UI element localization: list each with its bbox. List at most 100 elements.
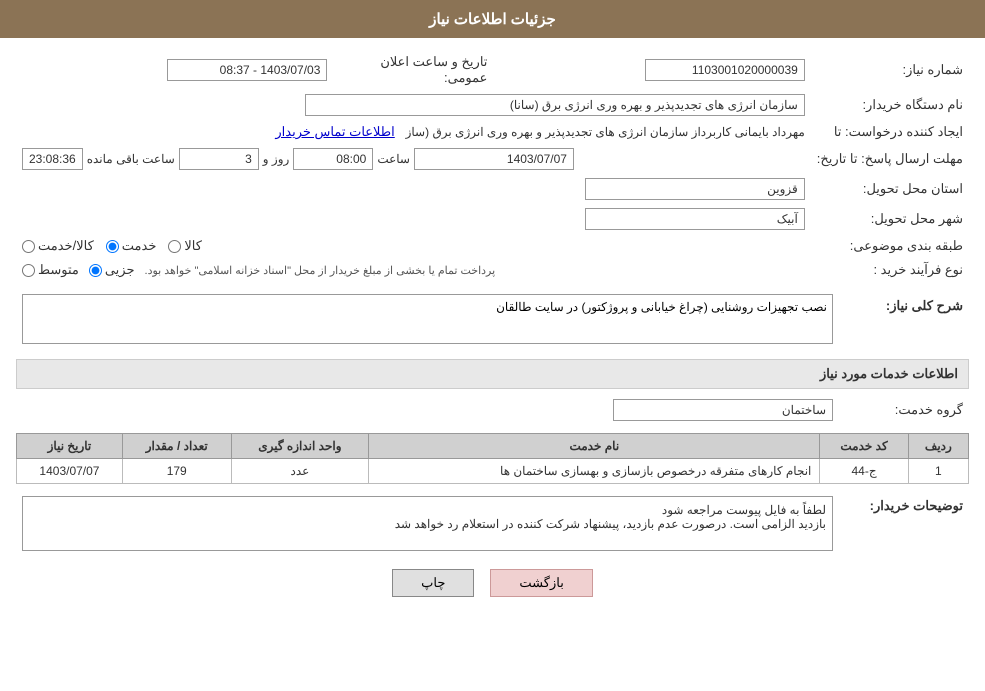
tarikh-value: 1403/07/03 - 08:37 xyxy=(16,50,333,90)
tavzihat-label-text: توضیحات خریدار: xyxy=(870,498,963,513)
row-garohkhadamat: گروه خدمت: ساختمان xyxy=(16,395,969,425)
shomare-input: 1103001020000039 xyxy=(645,59,805,81)
tavzihat-table: توضیحات خریدار: لطفاً به فایل پیوست مراج… xyxy=(16,492,969,555)
radio-jozi[interactable]: جزیی xyxy=(89,262,135,278)
tarikh-label: تاریخ و ساعت اعلان عمومی: xyxy=(333,50,493,90)
tavzihat-line1: لطفاً به فایل پیوست مراجعه شود xyxy=(29,503,826,517)
sharhkoli-value: نصب تجهیزات روشنایی (چراغ خیابانی و پروژ… xyxy=(16,290,839,351)
mohlat-date-value: 1403/07/07 xyxy=(414,148,574,170)
page-title: جزئیات اطلاعات نیاز xyxy=(429,11,556,28)
noefrayand-label: نوع فرآیند خرید : xyxy=(811,258,969,282)
tabaqe-radios: کالا/خدمت خدمت کالا xyxy=(16,234,811,258)
shahr-label: شهر محل تحویل: xyxy=(811,204,969,234)
cell-namkhadamat: انجام کارهای متفرقه درخصوص بازسازی و بهس… xyxy=(369,459,820,484)
tabaqe-radio-group: کالا/خدمت خدمت کالا xyxy=(22,238,805,254)
ostan-value: قزوین xyxy=(16,174,811,204)
cell-radif: 1 xyxy=(908,459,968,484)
shomare-label: شماره نیاز: xyxy=(811,50,969,90)
radio-motovaset-input[interactable] xyxy=(22,264,35,277)
radio-khadamat[interactable]: خدمت xyxy=(106,238,157,254)
row-ostan: استان محل تحویل: قزوین xyxy=(16,174,969,204)
info-table: شماره نیاز: 1103001020000039 تاریخ و ساع… xyxy=(16,50,969,282)
row-noefrayand: نوع فرآیند خرید : متوسط جزیی پرداخت تمام… xyxy=(16,258,969,282)
radio-kala-khadamat-input[interactable] xyxy=(22,240,35,253)
btn-bazgasht[interactable]: بازگشت xyxy=(490,569,592,597)
ijadkonande-value: مهرداد بایمانی کاربرداز سازمان انرژی های… xyxy=(16,120,811,144)
btn-chap[interactable]: چاپ xyxy=(392,569,474,597)
row-shomare-tarikh: شماره نیاز: 1103001020000039 تاریخ و ساع… xyxy=(16,50,969,90)
garohkhadamat-input: ساختمان xyxy=(613,399,833,421)
col-radif: ردیف xyxy=(908,434,968,459)
row-namdastgah: نام دستگاه خریدار: سازمان انرژی های تجدی… xyxy=(16,90,969,120)
shomare-value: 1103001020000039 xyxy=(493,50,810,90)
cell-tarikh: 1403/07/07 xyxy=(17,459,123,484)
col-tedad: تعداد / مقدار xyxy=(122,434,231,459)
mohlat-saat-label: ساعت xyxy=(377,152,410,166)
namdastgah-label: نام دستگاه خریدار: xyxy=(811,90,969,120)
ostan-label: استان محل تحویل: xyxy=(811,174,969,204)
sharhkoli-label: شرح کلی نیاز: xyxy=(839,290,969,351)
row-sharhkoli: شرح کلی نیاز: نصب تجهیزات روشنایی (چراغ … xyxy=(16,290,969,351)
table-row: 1 ج-44 انجام کارهای متفرقه درخصوص بازساز… xyxy=(17,459,969,484)
radio-motovaset[interactable]: متوسط xyxy=(22,262,79,278)
garohkhadamat-label: گروه خدمت: xyxy=(839,395,969,425)
radio-kala-khadamat[interactable]: کالا/خدمت xyxy=(22,238,94,254)
ijadkonande-link[interactable]: اطلاعات تماس خریدار xyxy=(275,124,394,139)
garohkhadamat-value: ساختمان xyxy=(16,395,839,425)
sharhkoli-label-text: شرح کلی نیاز: xyxy=(886,298,963,313)
radio-jozi-label: جزیی xyxy=(105,262,135,278)
col-tarikh: تاریخ نیاز xyxy=(17,434,123,459)
button-row: بازگشت چاپ xyxy=(16,569,969,597)
row-mohlat: مهلت ارسال پاسخ: تا تاریخ: 23:08:36 ساعت… xyxy=(16,144,969,174)
tavzihat-content: لطفاً به فایل پیوست مراجعه شود بازدید ال… xyxy=(16,492,839,555)
mohlat-rooz-label: روز و xyxy=(263,152,290,166)
content-area: شماره نیاز: 1103001020000039 تاریخ و ساع… xyxy=(0,38,985,617)
ostan-input: قزوین xyxy=(585,178,805,200)
khadamat-section-header: اطلاعات خدمات مورد نیاز xyxy=(16,359,969,389)
ijadkonande-text: مهرداد بایمانی کاربرداز سازمان انرژی های… xyxy=(406,125,805,139)
mohlat-saat-value: 08:00 xyxy=(293,148,373,170)
radio-kala[interactable]: کالا xyxy=(168,238,202,254)
khadamat-section-title: اطلاعات خدمات مورد نیاز xyxy=(820,366,958,381)
mohlat-rooz-value: 3 xyxy=(179,148,259,170)
shahr-value: آبیک xyxy=(16,204,811,234)
noefrayand-content: متوسط جزیی پرداخت تمام یا بخشی از مبلغ خ… xyxy=(16,258,811,282)
tavzihat-label: توضیحات خریدار: xyxy=(839,492,969,555)
col-kodkhadamat: کد خدمت xyxy=(820,434,908,459)
radio-jozi-input[interactable] xyxy=(89,264,102,277)
row-shahr: شهر محل تحویل: آبیک xyxy=(16,204,969,234)
service-table-header-row: ردیف کد خدمت نام خدمت واحد اندازه گیری ت… xyxy=(17,434,969,459)
tavzihat-box: لطفاً به فایل پیوست مراجعه شود بازدید ال… xyxy=(22,496,833,551)
mohlat-time-row: 23:08:36 ساعت باقی مانده 3 روز و 08:00 س… xyxy=(22,148,805,170)
radio-khadamat-label: خدمت xyxy=(122,238,157,254)
countdown-label: ساعت باقی مانده xyxy=(87,152,175,166)
row-tabaqe: طبقه بندی موضوعی: کالا/خدمت خدمت کالا xyxy=(16,234,969,258)
radio-kala-label: کالا xyxy=(184,238,202,254)
radio-kala-input[interactable] xyxy=(168,240,181,253)
col-vahed: واحد اندازه گیری xyxy=(231,434,369,459)
radio-khadamat-input[interactable] xyxy=(106,240,119,253)
row-tavzihat: توضیحات خریدار: لطفاً به فایل پیوست مراج… xyxy=(16,492,969,555)
tabaqe-label: طبقه بندی موضوعی: xyxy=(811,234,969,258)
noefrayand-desc: پرداخت تمام یا بخشی از مبلغ خریدار از مح… xyxy=(145,264,496,277)
shahr-input: آبیک xyxy=(585,208,805,230)
service-table: ردیف کد خدمت نام خدمت واحد اندازه گیری ت… xyxy=(16,433,969,484)
mohlat-row: 23:08:36 ساعت باقی مانده 3 روز و 08:00 س… xyxy=(16,144,811,174)
noefrayand-row: متوسط جزیی پرداخت تمام یا بخشی از مبلغ خ… xyxy=(22,262,805,278)
countdown-box: 23:08:36 xyxy=(22,148,83,170)
garoh-khadamat-table: گروه خدمت: ساختمان xyxy=(16,395,969,425)
page-wrapper: جزئیات اطلاعات نیاز شماره نیاز: 11030010… xyxy=(0,0,985,691)
namdastgah-value: سازمان انرژی های تجدیدپذیر و بهره وری ان… xyxy=(16,90,811,120)
mohlat-label: مهلت ارسال پاسخ: تا تاریخ: xyxy=(811,144,969,174)
namdastgah-input: سازمان انرژی های تجدیدپذیر و بهره وری ان… xyxy=(305,94,805,116)
cell-kodkhadamat: ج-44 xyxy=(820,459,908,484)
sharh-koli-table: شرح کلی نیاز: نصب تجهیزات روشنایی (چراغ … xyxy=(16,290,969,351)
radio-motovaset-label: متوسط xyxy=(38,262,79,278)
cell-tedad: 179 xyxy=(122,459,231,484)
service-table-head: ردیف کد خدمت نام خدمت واحد اندازه گیری ت… xyxy=(17,434,969,459)
sharhkoli-textarea[interactable]: نصب تجهیزات روشنایی (چراغ خیابانی و پروژ… xyxy=(22,294,833,344)
ijadkonande-label: ایجاد کننده درخواست: تا xyxy=(811,120,969,144)
row-ijadkonande: ایجاد کننده درخواست: تا مهرداد بایمانی ک… xyxy=(16,120,969,144)
page-header: جزئیات اطلاعات نیاز xyxy=(0,0,985,38)
tavzihat-line2: بازدید الزامی است. درصورت عدم بازدید، پی… xyxy=(29,517,826,531)
